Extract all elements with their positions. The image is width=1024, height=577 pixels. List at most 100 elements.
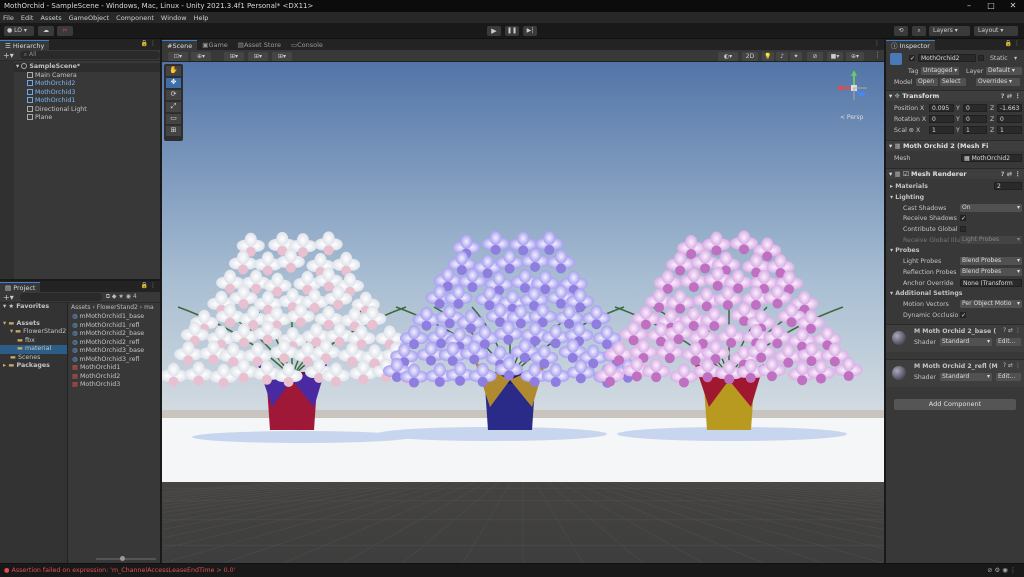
pause-button[interactable]: ❚❚ bbox=[505, 26, 519, 36]
project-file-item[interactable]: ◍ mMothOrchid1_base bbox=[72, 313, 160, 322]
search-icon[interactable]: ⌕ bbox=[912, 26, 926, 36]
object-name-field[interactable]: MothOrchid2 bbox=[918, 54, 976, 62]
play-button[interactable]: ▶ bbox=[487, 26, 501, 36]
grid-snap-button[interactable]: ⊞▾ bbox=[224, 52, 244, 61]
menu-edit[interactable]: Edit bbox=[21, 14, 34, 22]
snap-settings-button[interactable]: ⊞▾ bbox=[272, 52, 292, 61]
slider-thumb[interactable] bbox=[120, 556, 125, 561]
close-icon[interactable]: ✕ bbox=[1002, 0, 1024, 12]
hand-tool-icon[interactable]: ✋ bbox=[166, 66, 181, 76]
project-tree-item[interactable]: ▾ ▬ Assets bbox=[0, 320, 67, 329]
project-tree-item[interactable]: ▬ fbx bbox=[0, 337, 67, 346]
panel-menu-icon[interactable]: 🔒 ⋮ bbox=[141, 40, 156, 47]
move-tool-icon[interactable]: ✥ bbox=[166, 78, 181, 88]
motion-vectors-dropdown[interactable]: Per Object Motio ▾ bbox=[960, 300, 1022, 308]
step-button[interactable]: ▶| bbox=[523, 26, 537, 36]
rotate-tool-icon[interactable]: ⟳ bbox=[166, 90, 181, 100]
scene-gizmo[interactable] bbox=[834, 70, 874, 112]
material-menu-icon[interactable]: ? ⇄ ⋮ bbox=[1003, 327, 1021, 334]
menu-help[interactable]: Help bbox=[194, 14, 209, 22]
effects-icon[interactable]: ✦ bbox=[790, 52, 802, 61]
audio-icon[interactable]: ♪ bbox=[776, 52, 788, 61]
project-file-item[interactable]: ▦ MothOrchid2 bbox=[72, 373, 160, 382]
toggle-2d-button[interactable]: 2D bbox=[742, 52, 758, 61]
anchor-override-field[interactable]: None (Transform bbox=[960, 279, 1022, 287]
project-tree-item[interactable]: ▬ Scenes bbox=[0, 354, 67, 363]
hierarchy-item[interactable]: MothOrchid2 bbox=[0, 80, 160, 89]
add-icon[interactable]: +▾ bbox=[3, 293, 14, 302]
mesh-field[interactable]: ▦ MothOrchid2 bbox=[961, 154, 1022, 162]
light-probes-dropdown[interactable]: Blend Probes ▾ bbox=[960, 257, 1022, 265]
edit-shader-button[interactable]: Edit... bbox=[996, 373, 1021, 381]
filter-icons[interactable]: ⧉ ◆ ★ ◉ 4 bbox=[106, 293, 137, 301]
panel-menu-icon[interactable]: ⋮ bbox=[874, 40, 880, 47]
tag-dropdown[interactable]: Untagged ▾ bbox=[921, 67, 959, 75]
mesh-renderer-header[interactable]: ▾ ▦ ☑ Mesh Renderer? ⇄ ⋮ bbox=[886, 168, 1024, 179]
add-icon[interactable]: +▾ bbox=[3, 51, 14, 60]
layout-dropdown[interactable]: Layout ▾ bbox=[974, 26, 1018, 36]
collab-icon[interactable]: ✂ bbox=[57, 26, 73, 36]
camera-settings-icon[interactable]: ■▾ bbox=[827, 52, 843, 61]
menu-file[interactable]: File bbox=[3, 14, 14, 22]
rotation-y-field[interactable]: 0 bbox=[963, 115, 987, 123]
status-icons[interactable]: ⊘ ⚙ ◉ ⋮ bbox=[987, 564, 1016, 577]
material-refl-name[interactable]: M Moth Orchid 2_refl (M bbox=[914, 363, 998, 370]
gizmo-pivot-button[interactable]: ⊡▾ bbox=[168, 52, 188, 61]
menu-gameobject[interactable]: GameObject bbox=[69, 14, 110, 22]
snap-increment-button[interactable]: ⊞▾ bbox=[248, 52, 268, 61]
account-button[interactable]: ● LO ▾ bbox=[4, 26, 34, 36]
hierarchy-item[interactable]: Directional Light bbox=[0, 105, 160, 115]
additional-settings-section[interactable]: ▾ Additional Settings bbox=[890, 290, 962, 297]
project-file-item[interactable]: ◍ mMothOrchid3_refl bbox=[72, 356, 160, 365]
receive-shadows-checkbox[interactable]: ✓ bbox=[960, 215, 966, 222]
lighting-icon[interactable]: 💡 bbox=[762, 52, 774, 61]
layer-dropdown[interactable]: Default ▾ bbox=[986, 67, 1022, 75]
scale-z-field[interactable]: 1 bbox=[997, 126, 1022, 134]
persp-label[interactable]: < Persp bbox=[840, 114, 863, 121]
rotation-z-field[interactable]: 0 bbox=[997, 115, 1022, 123]
icon-size-slider[interactable] bbox=[96, 556, 156, 561]
more-icon[interactable]: ⋮ bbox=[874, 51, 881, 59]
breadcrumb-assets[interactable]: Assets bbox=[71, 304, 91, 311]
overrides-dropdown[interactable]: Overrides ▾ bbox=[976, 78, 1020, 86]
scale-x-field[interactable]: 1 bbox=[929, 126, 954, 134]
receive-gi-dropdown[interactable]: Light Probes ▾ bbox=[960, 236, 1022, 244]
visibility-column[interactable] bbox=[0, 61, 14, 279]
project-file-item[interactable]: ◍ mMothOrchid2_refl bbox=[72, 339, 160, 348]
gizmos-button[interactable]: ⊕▾ bbox=[846, 52, 864, 61]
layers-dropdown[interactable]: Layers ▾ bbox=[929, 26, 970, 36]
project-search-input[interactable] bbox=[19, 293, 102, 301]
panel-menu-icon[interactable]: 🔒 ⋮ bbox=[141, 282, 156, 289]
project-tree-item[interactable]: ▾ ▬ FlowerStand2 bbox=[0, 328, 67, 337]
project-file-item[interactable]: ◍ mMothOrchid3_base bbox=[72, 347, 160, 356]
tab-console[interactable]: ▭Console bbox=[286, 40, 328, 50]
tab-game[interactable]: ▣Game bbox=[197, 40, 233, 50]
open-button[interactable]: Open bbox=[916, 78, 938, 86]
transform-tool-icon[interactable]: ⊞ bbox=[166, 126, 181, 136]
maximize-icon[interactable]: □ bbox=[980, 0, 1002, 12]
menu-component[interactable]: Component bbox=[116, 14, 154, 22]
panel-menu-icon[interactable]: 🔒 ⋮ bbox=[1005, 40, 1020, 47]
tab-hierarchy[interactable]: ☰ Hierarchy bbox=[0, 40, 50, 50]
dynamic-occlusion-checkbox[interactable]: ✓ bbox=[960, 312, 966, 319]
breadcrumb-flowerstand[interactable]: FlowerStand2 bbox=[97, 304, 138, 311]
menu-assets[interactable]: Assets bbox=[40, 14, 61, 22]
project-tree-item[interactable]: ▸ ▬ Packages bbox=[0, 362, 67, 371]
menu-window[interactable]: Window bbox=[161, 14, 187, 22]
add-component-button[interactable]: Add Component bbox=[894, 399, 1016, 410]
hierarchy-search-input[interactable]: ⌕ All bbox=[19, 51, 160, 59]
material-menu-icon[interactable]: ? ⇄ ⋮ bbox=[1003, 362, 1021, 369]
breadcrumb-material[interactable]: ma bbox=[144, 304, 154, 311]
position-x-field[interactable]: 0.095 bbox=[929, 104, 954, 112]
project-tree-item[interactable]: ▬ material bbox=[0, 345, 67, 354]
active-checkbox[interactable]: ✓ bbox=[909, 55, 915, 62]
project-tree-item[interactable]: ▾ ★ Favorites bbox=[0, 303, 67, 312]
static-label[interactable]: Static bbox=[990, 55, 1008, 62]
reflection-probes-dropdown[interactable]: Blend Probes ▾ bbox=[960, 268, 1022, 276]
hidden-objects-icon[interactable]: ⊘ bbox=[807, 52, 823, 61]
static-checkbox[interactable] bbox=[978, 55, 984, 61]
rotation-x-field[interactable]: 0 bbox=[929, 115, 954, 123]
hierarchy-item[interactable]: Main Camera bbox=[0, 71, 160, 81]
hierarchy-item[interactable]: MothOrchid3 bbox=[0, 88, 160, 98]
cast-shadows-dropdown[interactable]: On ▾ bbox=[960, 204, 1022, 212]
